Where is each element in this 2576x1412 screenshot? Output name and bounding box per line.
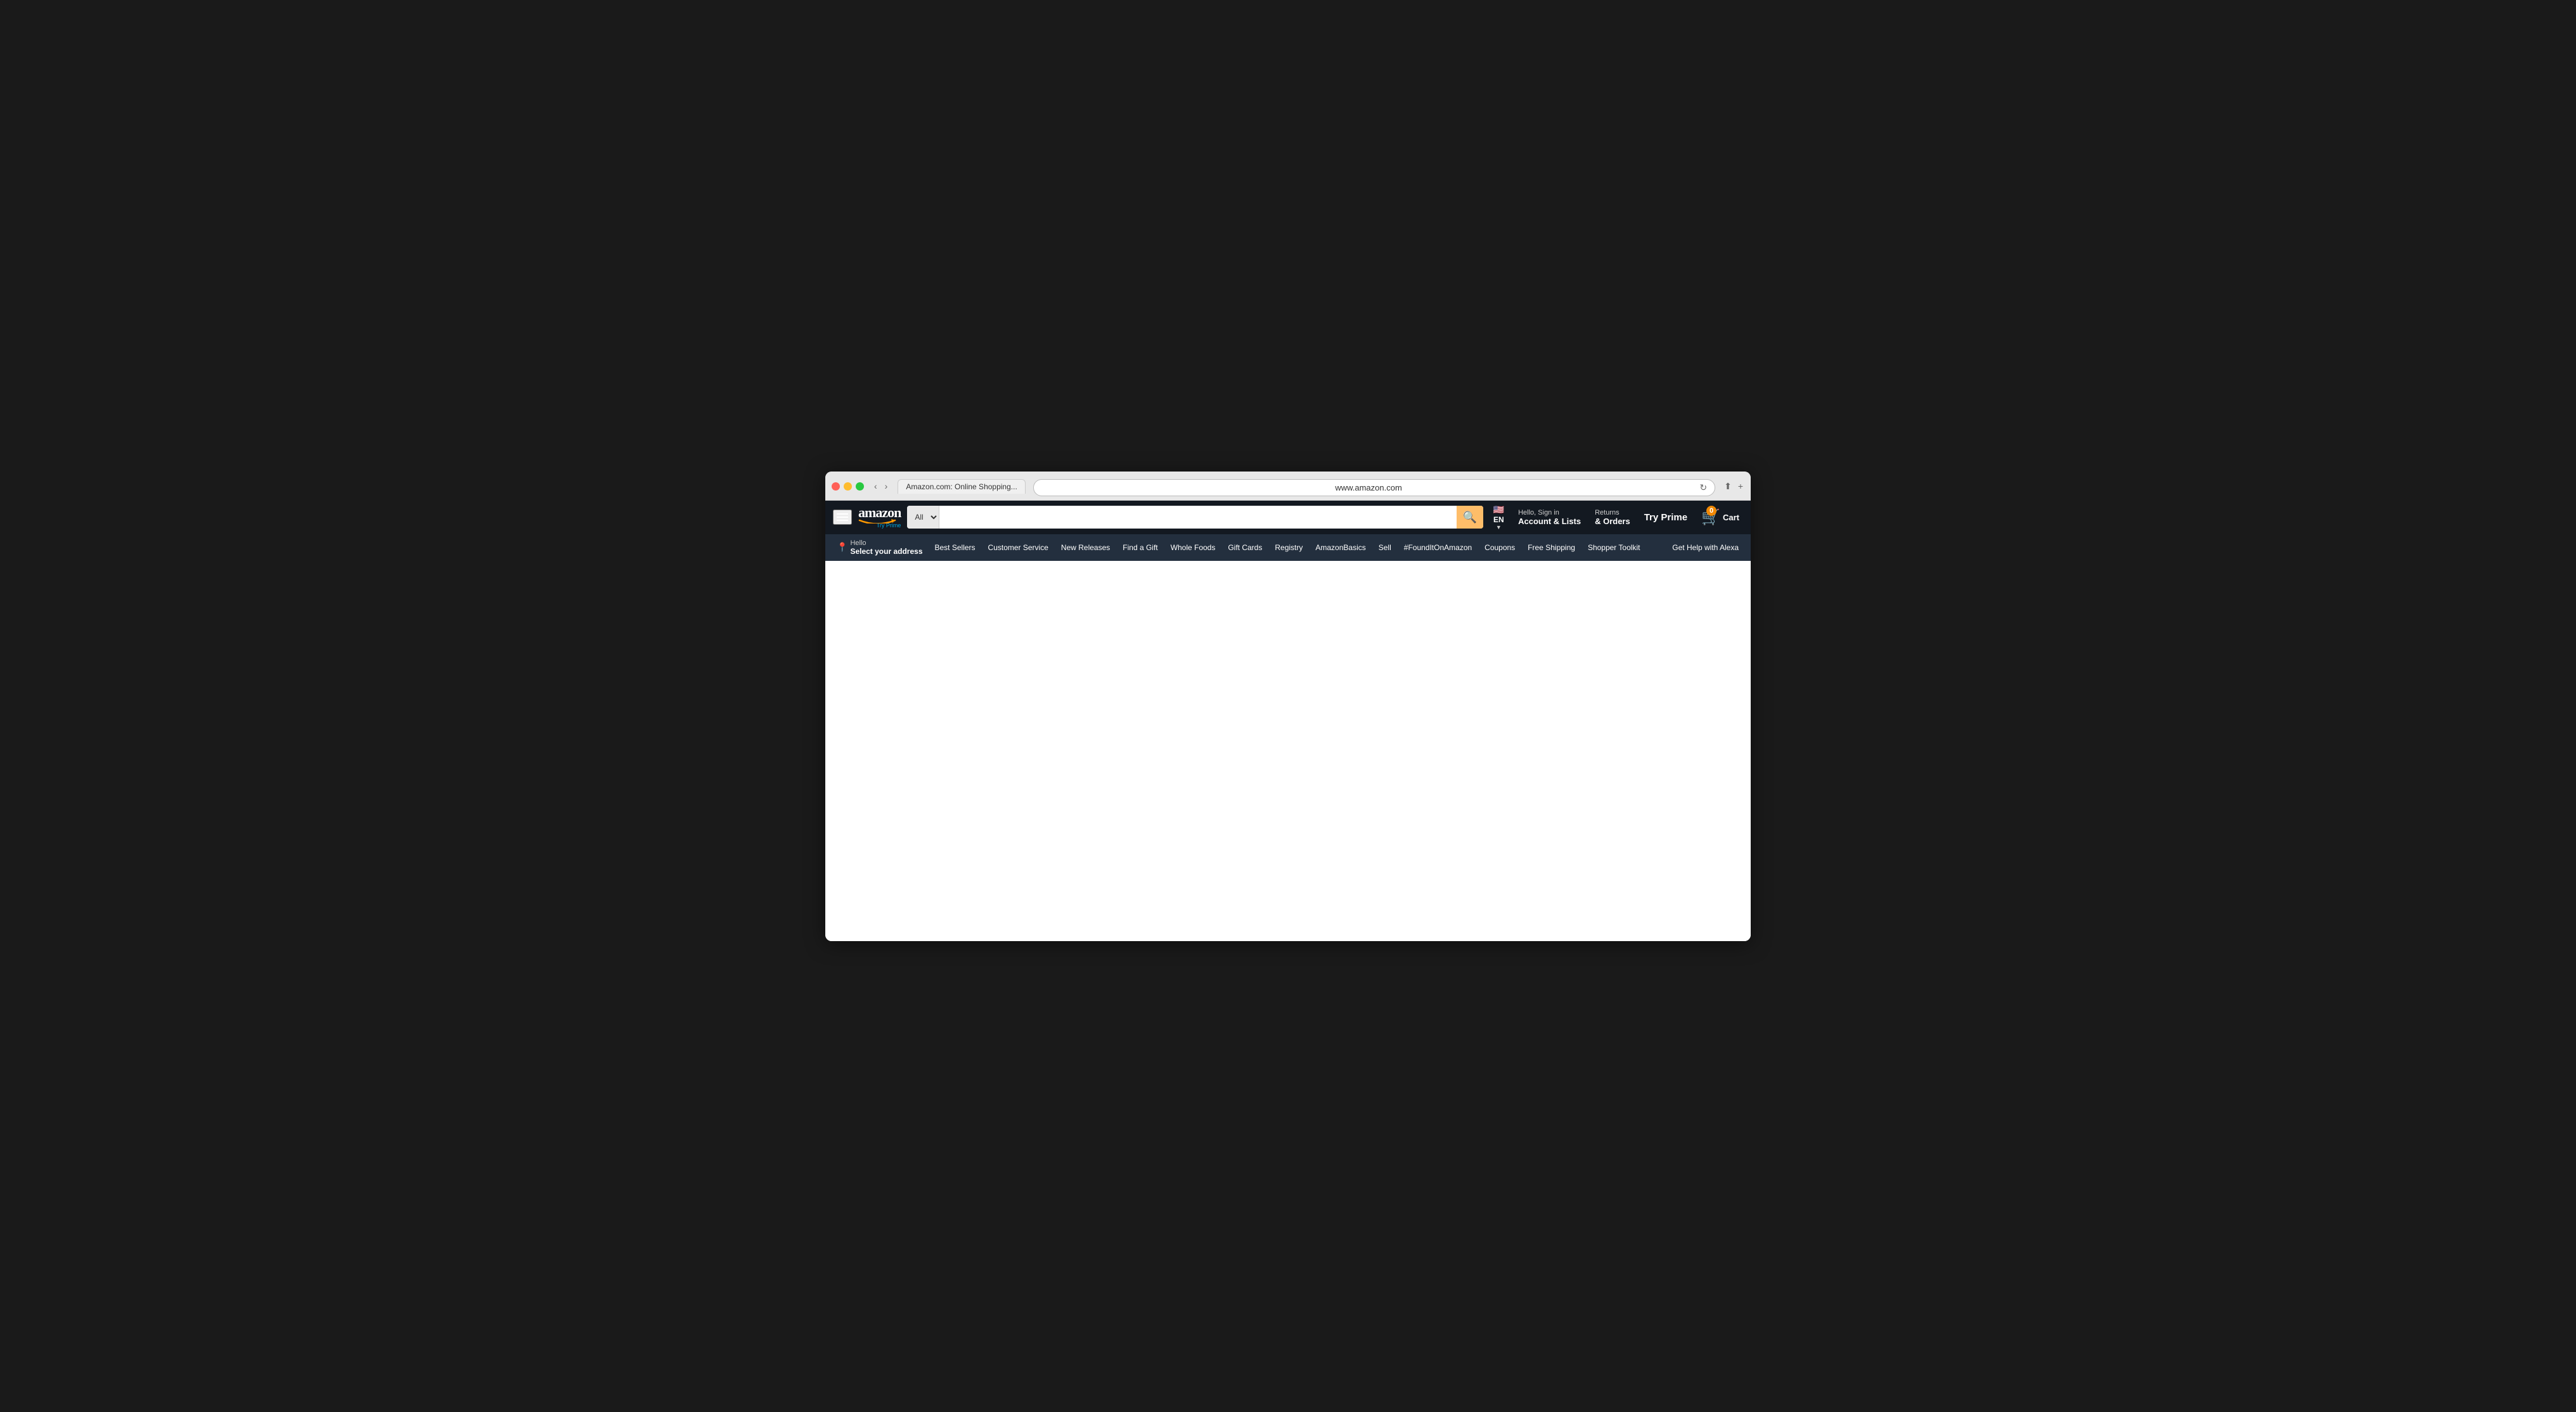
nav-item-found-it[interactable]: #FoundItOnAmazon [1398, 539, 1478, 556]
location-select: Select your address [850, 547, 922, 556]
amazon-header: amazon Try Prime All 🔍 🇺🇸 EN ▼ Hello, Si… [825, 501, 1751, 534]
cart-button[interactable]: 🛒 0 Cart [1697, 508, 1743, 527]
search-button[interactable]: 🔍 [1457, 506, 1483, 529]
try-prime-label: Try Prime [1644, 512, 1687, 523]
secondary-nav: 📍 Hello Select your address Best Sellers… [825, 534, 1751, 561]
browser-tab[interactable]: Amazon.com: Online Shopping... [898, 479, 1025, 494]
nav-item-whole-foods[interactable]: Whole Foods [1165, 539, 1221, 556]
location-text: Hello Select your address [850, 539, 922, 556]
account-label: Account & Lists [1518, 517, 1581, 526]
cart-label: Cart [1723, 513, 1739, 522]
location-pin-icon: 📍 [837, 542, 847, 553]
add-tab-button[interactable]: + [1737, 480, 1744, 492]
reload-button[interactable]: ↻ [1699, 482, 1707, 493]
hamburger-line-3 [837, 520, 848, 521]
search-category-select[interactable]: All [907, 506, 939, 529]
account-hello-text: Hello, Sign in [1518, 509, 1581, 517]
flag-icon: 🇺🇸 [1493, 504, 1504, 515]
tab-bar: Amazon.com: Online Shopping... [898, 479, 1025, 494]
nav-item-gift-cards[interactable]: Gift Cards [1222, 539, 1268, 556]
nav-item-registry[interactable]: Registry [1269, 539, 1308, 556]
address-bar[interactable]: www.amazon.com ↻ [1033, 479, 1715, 496]
hamburger-line-1 [837, 513, 848, 515]
nav-item-free-shipping[interactable]: Free Shipping [1522, 539, 1581, 556]
nav-item-amazon-basics[interactable]: AmazonBasics [1310, 539, 1371, 556]
share-button[interactable]: ⬆ [1723, 480, 1733, 493]
location-hello: Hello [850, 539, 922, 547]
search-bar: All 🔍 [907, 506, 1483, 529]
nav-item-shopper-toolkit[interactable]: Shopper Toolkit [1582, 539, 1646, 556]
nav-item-new-releases[interactable]: New Releases [1055, 539, 1116, 556]
back-button[interactable]: ‹ [872, 480, 880, 492]
amazon-smile-icon [858, 518, 896, 523]
url-text: www.amazon.com [1041, 483, 1696, 492]
get-help-alexa-button[interactable]: Get Help with Alexa [1666, 539, 1744, 556]
amazon-logo[interactable]: amazon Try Prime [858, 506, 901, 529]
tab-label: Amazon.com: Online Shopping... [906, 482, 1017, 491]
lang-chevron-icon: ▼ [1496, 524, 1502, 530]
close-button[interactable] [832, 482, 840, 491]
nav-item-sell[interactable]: Sell [1373, 539, 1397, 556]
returns-line1: Returns [1595, 509, 1630, 517]
forward-button[interactable]: › [882, 480, 891, 492]
hamburger-menu-button[interactable] [833, 510, 852, 525]
nav-item-coupons[interactable]: Coupons [1479, 539, 1521, 556]
account-and-lists[interactable]: Hello, Sign in Account & Lists [1514, 509, 1585, 526]
logo-text: amazon [858, 506, 901, 520]
search-input[interactable] [939, 506, 1456, 529]
main-content [825, 561, 1751, 941]
address-bar-row: www.amazon.com ↻ [1031, 479, 1718, 496]
location-selector[interactable]: 📍 Hello Select your address [832, 537, 928, 558]
nav-item-find-a-gift[interactable]: Find a Gift [1117, 539, 1163, 556]
language-code: EN [1493, 515, 1504, 524]
browser-actions: ⬆ + [1723, 480, 1744, 493]
minimize-button[interactable] [844, 482, 852, 491]
returns-and-orders[interactable]: Returns & Orders [1591, 509, 1634, 526]
nav-item-best-sellers[interactable]: Best Sellers [929, 539, 981, 556]
nav-buttons: ‹ › [872, 480, 890, 492]
language-selector[interactable]: 🇺🇸 EN ▼ [1490, 504, 1508, 530]
browser-chrome: ‹ › Amazon.com: Online Shopping... www.a… [825, 472, 1751, 501]
returns-line2: & Orders [1595, 517, 1630, 526]
search-icon: 🔍 [1462, 511, 1476, 524]
cart-count: 0 [1706, 506, 1716, 516]
hamburger-line-2 [837, 517, 848, 518]
traffic-lights [832, 482, 864, 491]
maximize-button[interactable] [856, 482, 864, 491]
browser-window: ‹ › Amazon.com: Online Shopping... www.a… [825, 472, 1751, 941]
nav-item-customer-service[interactable]: Customer Service [982, 539, 1054, 556]
try-prime-button[interactable]: Try Prime [1640, 512, 1691, 523]
